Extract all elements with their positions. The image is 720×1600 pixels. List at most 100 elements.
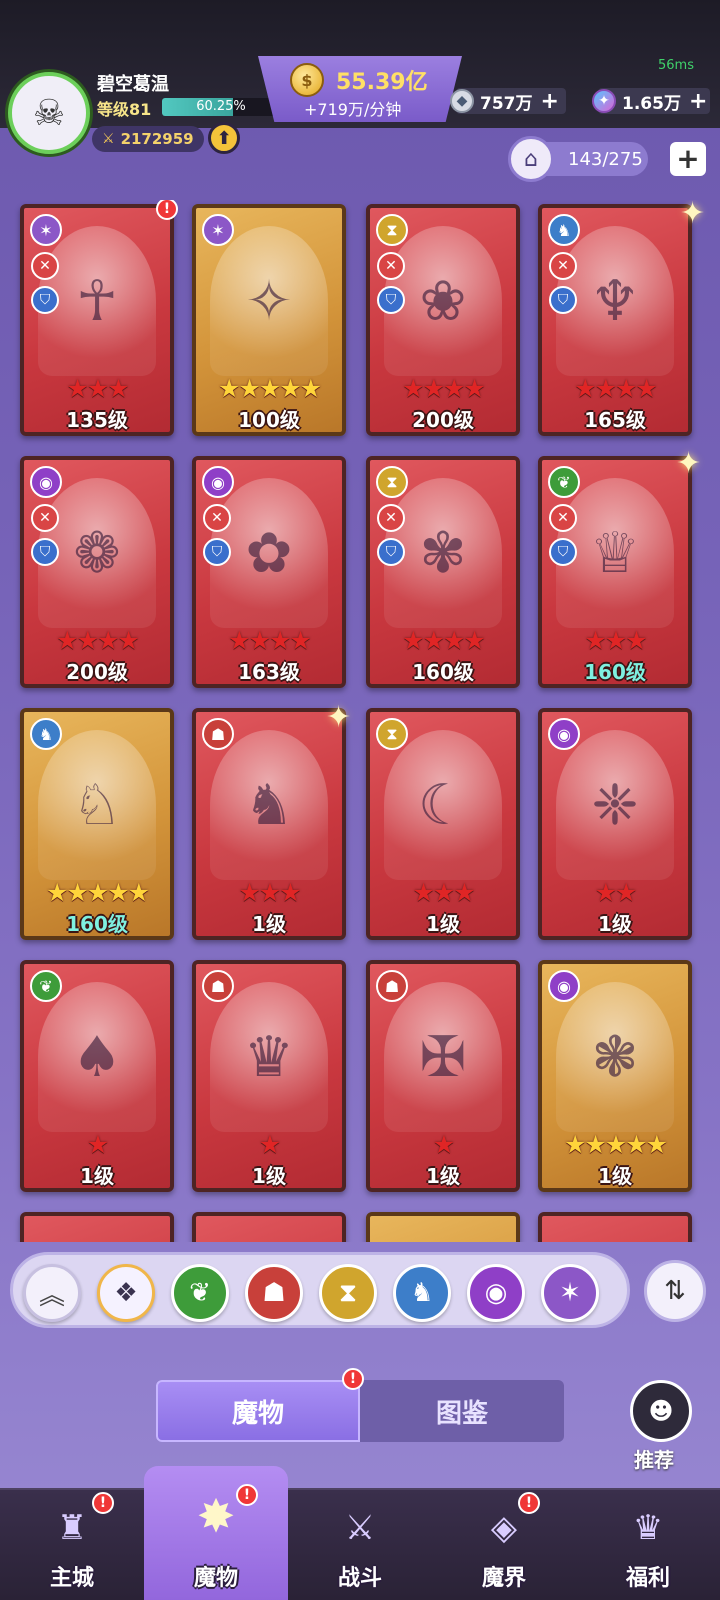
crossed-swords-icon: ✕ bbox=[549, 252, 577, 280]
monster-level: 1级 bbox=[598, 912, 632, 936]
expand-collection-button[interactable]: + bbox=[670, 142, 706, 176]
monster-card[interactable]: ☾ ⧗ ★★★ 1级 bbox=[366, 708, 520, 940]
nav-main-city-label: 主城 bbox=[49, 1566, 94, 1591]
tab-codex[interactable]: 图鉴 bbox=[360, 1380, 564, 1442]
monster-level: 165级 bbox=[584, 408, 646, 432]
monster-card[interactable]: ♆ ♞ ✕ ⛉ ★★★★ 165级 bbox=[538, 204, 692, 436]
nav-welfare[interactable]: ♛ 福利 bbox=[576, 1490, 720, 1600]
exp-percent: 60.25% bbox=[196, 99, 246, 114]
filter-demon-button[interactable]: ☗ bbox=[245, 1264, 303, 1322]
sword-icon: ⚔ bbox=[102, 131, 115, 147]
monster-card-grid: ☥ ✶ ✕ ⛉ ★★★ 135级! ✧ ✶ ★★★★★ 100级 ❀ ⧗ ✕ ⛉ ★★★★ 200级 ♆ ♞ ✕ ⛉ ★… bbox=[0, 200, 720, 1242]
monster-level: 1级 bbox=[252, 1164, 286, 1188]
collection-count: 143/275 bbox=[568, 148, 643, 170]
monster-card[interactable]: ❁ ◉ ✕ ⛉ ★★★★ 200级 bbox=[20, 456, 174, 688]
monster-card[interactable]: ❈ ◉ ★★ 1级 bbox=[538, 708, 692, 940]
monster-card[interactable]: ✾ ⧗ ✕ ⛉ ★★★★ 160级 bbox=[366, 456, 520, 688]
monster-level: 160级 bbox=[584, 660, 646, 684]
monster-card-partial[interactable] bbox=[192, 1212, 346, 1242]
monster-card[interactable]: ✿ ◉ ✕ ⛉ ★★★★ 163级 bbox=[192, 456, 346, 688]
tab-monster[interactable]: 魔物 bbox=[156, 1380, 360, 1442]
filter-wolf-button[interactable]: ♞ bbox=[393, 1264, 451, 1322]
monster-portrait: ♠ bbox=[38, 982, 156, 1132]
star-rating: ★★★ bbox=[66, 374, 129, 403]
monster-card[interactable]: ♕ ❦ ✕ ⛉ ★★★ 160级 bbox=[538, 456, 692, 688]
bottom-nav: ! ♜ 主城 ! ✸ 魔物 ⚔ 战斗 ! ◈ 魔界 ♛ 福利 bbox=[0, 1466, 720, 1600]
crossed-swords-icon: ✕ bbox=[377, 252, 405, 280]
nav-monster[interactable]: ! ✸ 魔物 bbox=[144, 1466, 288, 1600]
sparkle-icon: ✦ bbox=[676, 446, 702, 481]
demon-element-icon: ☗ bbox=[202, 718, 234, 750]
filter-hourglass-button[interactable]: ⧗ bbox=[319, 1264, 377, 1322]
star-rating: ★★ bbox=[594, 878, 638, 907]
hourglass-element-icon: ⧗ bbox=[376, 466, 408, 498]
gold-coin-icon: $ bbox=[290, 63, 324, 97]
star-rating: ★★★★★ bbox=[217, 374, 322, 403]
monster-card-partial[interactable] bbox=[366, 1212, 520, 1242]
star-rating: ★★★★ bbox=[56, 626, 140, 655]
monster-portrait: ✠ bbox=[384, 982, 502, 1132]
combat-power: ⚔ 2172959 bbox=[92, 126, 204, 152]
crystal-gem-icon: ✦ bbox=[592, 89, 616, 113]
wolf-element-icon: ♞ bbox=[548, 214, 580, 246]
monster-level: 1级 bbox=[252, 912, 286, 936]
nav-monster-alert: ! bbox=[236, 1484, 258, 1506]
star-rating: ★★★★ bbox=[574, 374, 658, 403]
monster-card-partial[interactable] bbox=[538, 1212, 692, 1242]
tab-monster-alert-badge: ! bbox=[342, 1368, 364, 1390]
monster-card[interactable]: ❃ ◉ ★★★★★ 1级 bbox=[538, 960, 692, 1192]
nav-battle[interactable]: ⚔ 战斗 bbox=[288, 1490, 432, 1600]
monster-portrait: ✧ bbox=[210, 226, 328, 376]
monster-card[interactable]: ✧ ✶ ★★★★★ 100级 bbox=[192, 204, 346, 436]
filter-eye-button[interactable]: ◉ bbox=[467, 1264, 525, 1322]
nav-main-city[interactable]: ! ♜ 主城 bbox=[0, 1490, 144, 1600]
nav-monster-label: 魔物 bbox=[193, 1566, 238, 1591]
silver-gem-icon: ◆ bbox=[450, 89, 474, 113]
resource-silver[interactable]: ◆ 757万 + bbox=[450, 88, 566, 114]
nav-demon-realm[interactable]: ! ◈ 魔界 bbox=[432, 1490, 576, 1600]
resource-crystal[interactable]: ✦ 1.65万 + bbox=[592, 88, 710, 114]
monster-level: 1级 bbox=[426, 1164, 460, 1188]
app-root: 56ms ☠ 碧空葛温 等级81 60.25% ⚔ 2172959 ⬆ $ 55… bbox=[0, 0, 720, 1600]
monster-card-partial[interactable] bbox=[20, 1212, 174, 1242]
element-filter-bar: ︽ ❖ ❦ ☗ ⧗ ♞ ◉ ✶ bbox=[10, 1252, 630, 1328]
monster-card[interactable]: ❀ ⧗ ✕ ⛉ ★★★★ 200级 bbox=[366, 204, 520, 436]
monster-card[interactable]: ♞ ☗ ★★★ 1级 bbox=[192, 708, 346, 940]
demon-element-icon: ☗ bbox=[376, 970, 408, 1002]
filter-all-button[interactable]: ❖ bbox=[97, 1264, 155, 1322]
crossed-swords-icon: ✕ bbox=[31, 504, 59, 532]
star-rating: ★★★★★ bbox=[45, 878, 150, 907]
collapse-filter-button[interactable]: ︽ bbox=[23, 1264, 81, 1322]
recommend-button[interactable]: ☻ bbox=[630, 1380, 692, 1442]
sort-button[interactable]: ⇅ bbox=[644, 1260, 706, 1322]
monster-portrait: ♞ bbox=[210, 730, 328, 880]
monster-card[interactable]: ✠ ☗ ★ 1级 bbox=[366, 960, 520, 1192]
shield-icon: ⛉ bbox=[377, 286, 405, 314]
filter-wind-button[interactable]: ✶ bbox=[541, 1264, 599, 1322]
monster-level: 100级 bbox=[238, 408, 300, 432]
monster-level: 200级 bbox=[412, 408, 474, 432]
wolf-element-icon: ♞ bbox=[30, 718, 62, 750]
monster-card[interactable]: ♘ ♞ ★★★★★ 160级 bbox=[20, 708, 174, 940]
arrow-up-icon: ⬆ bbox=[216, 127, 232, 149]
card-alert-badge: ! bbox=[156, 200, 178, 220]
combat-power-value: 2172959 bbox=[120, 130, 194, 148]
monster-card[interactable]: ♠ ❦ ★ 1级 bbox=[20, 960, 174, 1192]
add-crystal-icon[interactable]: + bbox=[689, 89, 707, 114]
crossed-swords-icon: ✕ bbox=[203, 504, 231, 532]
player-avatar[interactable]: ☠ bbox=[8, 72, 90, 154]
monster-card[interactable]: ♛ ☗ ★ 1级 bbox=[192, 960, 346, 1192]
monster-portrait: ❃ bbox=[556, 982, 674, 1132]
add-silver-icon[interactable]: + bbox=[541, 89, 559, 114]
view-tabs: 魔物 图鉴 ! bbox=[156, 1368, 564, 1442]
monster-level: 1级 bbox=[80, 1164, 114, 1188]
power-up-button[interactable]: ⬆ bbox=[208, 122, 240, 154]
monster-portrait: ☾ bbox=[384, 730, 502, 880]
shield-icon: ⛉ bbox=[549, 538, 577, 566]
sword-shield-icon: ⚔ bbox=[344, 1508, 376, 1548]
filter-leaf-button[interactable]: ❦ bbox=[171, 1264, 229, 1322]
shield-icon: ⛉ bbox=[31, 538, 59, 566]
crossed-swords-icon: ✕ bbox=[549, 504, 577, 532]
leaf-element-icon: ❦ bbox=[30, 970, 62, 1002]
monster-card[interactable]: ☥ ✶ ✕ ⛉ ★★★ 135级 bbox=[20, 204, 174, 436]
